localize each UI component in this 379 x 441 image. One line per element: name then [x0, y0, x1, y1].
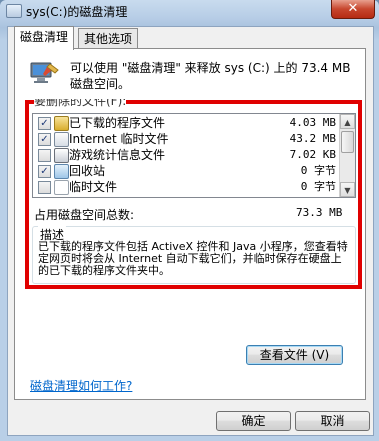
- recycle-bin-icon: [54, 164, 69, 179]
- item-name: 回收站: [69, 164, 106, 178]
- item-size: 0 字节: [300, 164, 336, 177]
- list-item[interactable]: 游戏统计信息文件 7.02 KB: [33, 147, 340, 163]
- list-item[interactable]: ✓ 已下载的程序文件 4.03 MB: [33, 115, 340, 131]
- view-files-button[interactable]: 查看文件 (V): [246, 345, 343, 365]
- files-to-delete-list[interactable]: ✓ 已下载的程序文件 4.03 MB ✓ Internet 临时文件 43.2 …: [32, 113, 356, 198]
- item-checkbox[interactable]: ✓: [38, 165, 51, 178]
- item-checkbox[interactable]: [38, 181, 51, 194]
- item-size: 0 字节: [300, 180, 336, 193]
- cancel-button[interactable]: 取消: [295, 411, 370, 431]
- description-text: 已下载的程序文件包括 ActiveX 控件和 Java 小程序，您查看特定网页时…: [38, 240, 348, 277]
- scroll-up-icon[interactable]: ▲: [340, 114, 355, 129]
- item-name: 临时文件: [69, 180, 118, 194]
- close-button[interactable]: ✕: [331, 0, 375, 19]
- list-item[interactable]: 临时文件 0 字节: [33, 179, 340, 195]
- computer-cleanup-icon: [30, 62, 59, 83]
- item-name: 游戏统计信息文件: [69, 148, 166, 162]
- scroll-thumb[interactable]: [341, 131, 354, 153]
- item-size: 7.02 KB: [289, 148, 336, 161]
- list-item[interactable]: ✓ Internet 临时文件 43.2 MB: [33, 131, 340, 147]
- header-description: 可以使用 "磁盘清理" 来释放 sys (C:) 上的 73.4 MB 磁盘空间…: [70, 61, 351, 91]
- ok-button[interactable]: 确定: [216, 411, 291, 431]
- item-checkbox[interactable]: ✓: [38, 133, 51, 146]
- item-size: 43.2 MB: [289, 132, 336, 145]
- temp-files-icon: [54, 180, 69, 195]
- window-title: sys(C:)的磁盘清理: [26, 5, 128, 19]
- tab-more-options[interactable]: 其他选项: [78, 28, 139, 49]
- disk-cleanup-app-icon: [6, 4, 22, 18]
- list-scrollbar[interactable]: ▲ ▼: [339, 114, 355, 197]
- files-to-delete-label: 要删除的文件(F):: [34, 99, 127, 107]
- item-size: 4.03 MB: [289, 116, 336, 129]
- internet-files-icon: [54, 132, 69, 147]
- scroll-down-icon[interactable]: ▼: [340, 182, 355, 197]
- total-space-value: 73.3 MB: [296, 206, 343, 219]
- tab-disk-cleanup[interactable]: 磁盘清理: [14, 26, 75, 50]
- list-item[interactable]: ✓ 回收站 0 字节: [33, 163, 340, 179]
- program-files-icon: [54, 116, 69, 131]
- help-link[interactable]: 磁盘清理如何工作?: [30, 377, 132, 394]
- game-stats-icon: [54, 148, 69, 163]
- total-space-label: 占用磁盘空间总数:: [34, 208, 135, 222]
- item-checkbox[interactable]: ✓: [38, 117, 51, 130]
- item-name: 已下载的程序文件: [69, 116, 166, 130]
- item-checkbox[interactable]: [38, 149, 51, 162]
- item-name: Internet 临时文件: [69, 132, 169, 146]
